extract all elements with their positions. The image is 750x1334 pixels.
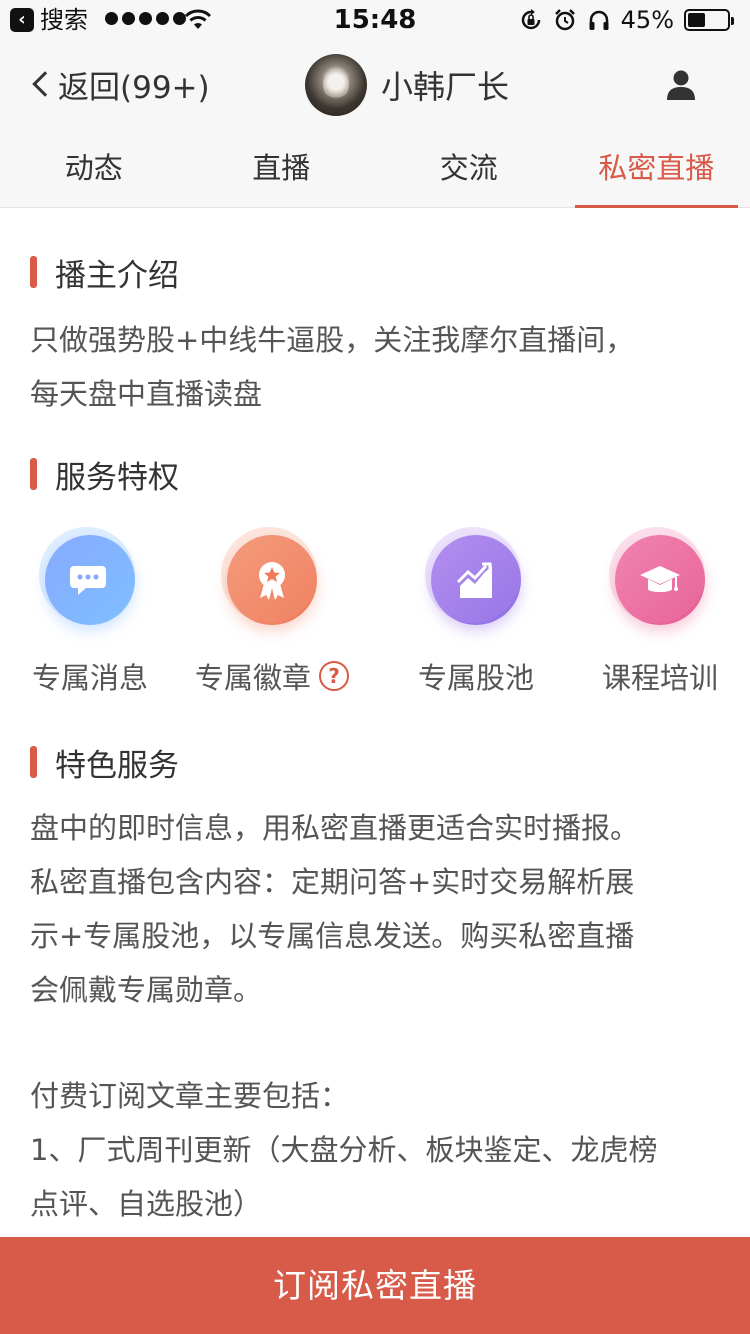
section-marker [30,458,37,490]
person-icon[interactable] [664,68,698,102]
features-line: 1、厂式周刊更新（大盘分析、板块鉴定、龙虎榜 [30,1133,658,1167]
privilege-exclusive-badge[interactable]: 专属徽章 ? [182,527,362,697]
tab-bar: 动态 直播 交流 私密直播 [0,128,750,208]
battery-icon [684,9,734,31]
avatar[interactable] [305,54,367,116]
features-line: 私密直播包含内容：定期问答+实时交易解析展 [30,865,635,899]
alarm-icon [554,9,575,31]
section-marker [30,256,37,288]
features-line: 付费订阅文章主要包括： [30,1079,350,1113]
chat-bubble-icon [39,527,135,625]
intro-text: 只做强势股+中线牛逼股，关注我摩尔直播间， 每天盘中直播读盘 [30,313,730,421]
chevron-left-icon [32,71,58,97]
privilege-label: 专属消息 [31,661,148,695]
nav-bar: 返回(99+) 小韩厂长 [0,40,750,128]
features-line: 会佩戴专属勋章。 [30,973,263,1007]
section-title-text: 播主介绍 [55,257,179,294]
privilege-label: 专属徽章 [194,661,311,695]
status-bar: ‹ 搜索 15:48 45% [0,0,750,40]
features-text-2: 付费订阅文章主要包括： 1、厂式周刊更新（大盘分析、板块鉴定、龙虎榜 点评、自选… [30,1069,730,1231]
features-line: 盘中的即时信息，用私密直播更适合实时播报。 [30,811,640,845]
privilege-label: 专属股池 [417,661,534,695]
stock-chart-icon [425,527,521,625]
back-button-label: 返回(99+) [58,69,210,106]
section-title-features: 特色服务 [30,742,179,784]
intro-line: 每天盘中直播读盘 [30,377,263,411]
rotation-lock-icon [521,9,540,30]
back-button[interactable]: 返回(99+) [30,62,210,106]
section-title-privileges: 服务特权 [30,454,179,496]
privilege-exclusive-message[interactable]: 专属消息 [0,527,180,697]
intro-line: 只做强势股+中线牛逼股，关注我摩尔直播间， [30,323,635,357]
privileges-grid: 专属消息 专属徽章 ? 专属股池 课程培训 [0,527,750,705]
privilege-course-training[interactable]: 课程培训 [570,527,750,697]
section-title-text: 服务特权 [55,459,179,496]
section-title-intro: 播主介绍 [30,252,179,294]
tab-private-live[interactable]: 私密直播 [563,128,750,208]
battery-percentage: 45% [620,6,674,34]
subscribe-button[interactable]: 订阅私密直播 [0,1237,750,1334]
features-text: 盘中的即时信息，用私密直播更适合实时播报。 私密直播包含内容：定期问答+实时交易… [30,801,730,1017]
help-icon[interactable]: ? [319,661,349,691]
section-marker [30,746,37,778]
privilege-label: 课程培训 [601,661,718,695]
features-line: 点评、自选股池） [30,1187,263,1221]
user-name: 小韩厂长 [381,68,510,106]
privilege-exclusive-stock-pool[interactable]: 专属股池 [386,527,566,697]
tab-chat[interactable]: 交流 [375,128,563,207]
headphones-icon [589,10,609,30]
features-line: 示+专属股池，以专属信息发送。购买私密直播 [30,919,635,953]
graduation-cap-icon [609,527,705,625]
section-title-text: 特色服务 [55,747,179,784]
badge-medal-icon [221,527,317,625]
tab-dynamics[interactable]: 动态 [0,128,188,207]
tab-live[interactable]: 直播 [188,128,376,207]
user-header[interactable]: 小韩厂长 [305,54,509,116]
